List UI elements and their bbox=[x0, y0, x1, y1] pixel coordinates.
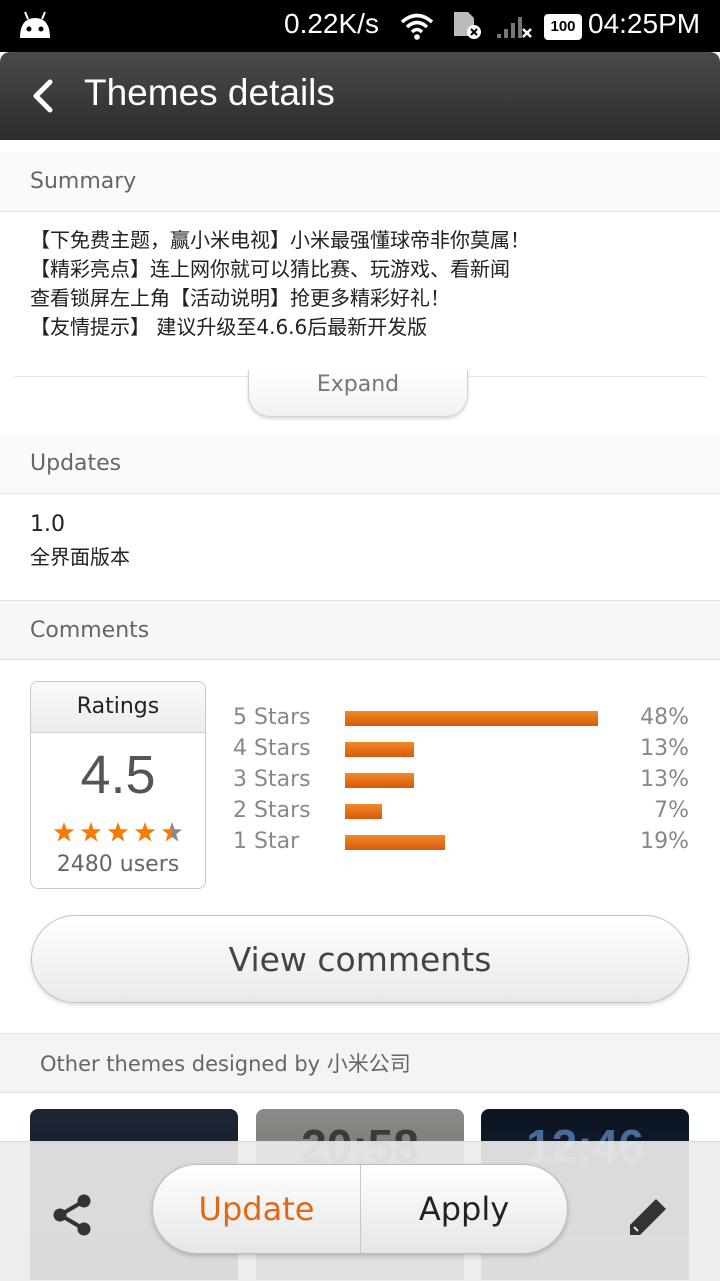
battery-indicator: 100 bbox=[544, 14, 582, 40]
rating-percent: 48% bbox=[640, 705, 689, 730]
summary-line: 【友情提示】 建议升级至4.6.6后最新开发版 bbox=[30, 315, 428, 339]
rating-distribution-row: 5 Stars 48% bbox=[233, 703, 693, 733]
update-note: 全界面版本 bbox=[30, 545, 130, 569]
edit-icon[interactable] bbox=[626, 1195, 670, 1243]
signal-icon bbox=[497, 14, 533, 45]
summary-line: 查看锁屏左上角【活动说明】抢更多精彩好礼！ bbox=[30, 286, 450, 310]
apply-button[interactable]: Apply bbox=[361, 1165, 567, 1253]
rating-distribution-row: 3 Stars 13% bbox=[233, 765, 693, 795]
updates-header: Updates bbox=[0, 434, 720, 494]
rating-distribution-row: 2 Stars 7% bbox=[233, 796, 693, 826]
update-button[interactable]: Update bbox=[153, 1165, 361, 1253]
other-themes-header: Other themes designed by 小米公司 bbox=[0, 1033, 720, 1093]
title-bar: Themes details bbox=[0, 52, 720, 140]
rating-percent: 7% bbox=[654, 798, 689, 823]
rating-bar bbox=[345, 742, 414, 757]
net-speed: 0.22K/s bbox=[284, 8, 379, 39]
star-icon bbox=[107, 822, 129, 842]
view-comments-button[interactable]: View comments bbox=[31, 915, 689, 1003]
comments-header: Comments bbox=[0, 600, 720, 660]
ratings-title: Ratings bbox=[31, 682, 205, 733]
rating-percent: 13% bbox=[640, 736, 689, 761]
rating-label: 1 Star bbox=[233, 829, 300, 854]
android-icon bbox=[16, 10, 54, 45]
star-icon bbox=[53, 822, 75, 842]
summary-text: 【下免费主题，赢小米电视】小米最强懂球帝非你莫属！ 【精彩亮点】连上网你就可以猜… bbox=[30, 226, 530, 342]
expand-button[interactable]: Expand bbox=[248, 370, 468, 417]
summary-line: 【精彩亮点】连上网你就可以猜比赛、玩游戏、看新闻 bbox=[30, 257, 510, 281]
wifi-icon bbox=[400, 12, 434, 45]
rating-distribution-row: 4 Stars 13% bbox=[233, 734, 693, 764]
rating-label: 3 Stars bbox=[233, 767, 311, 792]
rating-label: 4 Stars bbox=[233, 736, 311, 761]
rating-score: 4.5 bbox=[80, 745, 156, 805]
sim-icon bbox=[452, 10, 484, 45]
star-rating bbox=[53, 820, 187, 848]
rating-bar bbox=[345, 773, 414, 788]
star-icon bbox=[80, 822, 102, 842]
summary-line: 【下免费主题，赢小米电视】小米最强懂球帝非你莫属！ bbox=[30, 228, 530, 252]
half-star-icon bbox=[161, 822, 183, 842]
rating-label: 2 Stars bbox=[233, 798, 311, 823]
update-version: 1.0 bbox=[30, 512, 65, 537]
rating-percent: 13% bbox=[640, 767, 689, 792]
back-icon[interactable] bbox=[26, 76, 62, 120]
action-pill: Update Apply bbox=[152, 1164, 568, 1254]
clock-time: 04:25PM bbox=[588, 8, 701, 39]
rating-bar bbox=[345, 835, 445, 850]
summary-header: Summary bbox=[0, 152, 720, 212]
rating-bar bbox=[345, 804, 382, 819]
page-title: Themes details bbox=[84, 72, 335, 113]
rating-bar bbox=[345, 711, 598, 726]
share-icon[interactable] bbox=[50, 1193, 94, 1241]
rating-users: 2480 users bbox=[56, 852, 180, 877]
rating-label: 5 Stars bbox=[233, 705, 311, 730]
star-icon bbox=[134, 822, 156, 842]
rating-distribution-row: 1 Star 19% bbox=[233, 827, 693, 857]
status-bar: 0.22K/s 100 04:25PM bbox=[0, 0, 720, 52]
ratings-box: Ratings 4.5 2480 users bbox=[30, 681, 206, 889]
rating-percent: 19% bbox=[640, 829, 689, 854]
